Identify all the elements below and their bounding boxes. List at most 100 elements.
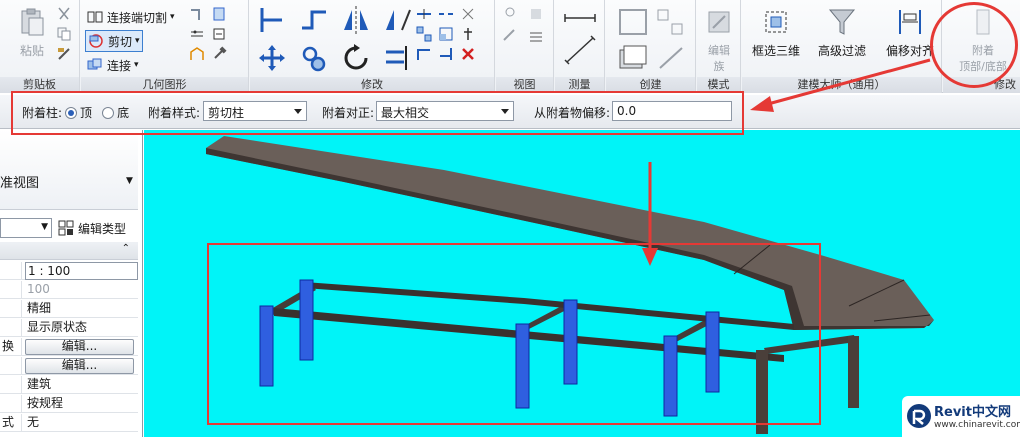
instance-filter-select[interactable]: ▼ bbox=[0, 218, 52, 238]
join-cut-icon bbox=[87, 11, 103, 23]
offset-align-icon bbox=[899, 10, 921, 34]
box-3d-icon bbox=[765, 11, 787, 33]
join-geometry-icon bbox=[87, 58, 102, 70]
hammer-icon[interactable] bbox=[211, 46, 227, 62]
paste-button[interactable]: 粘贴 bbox=[6, 4, 58, 74]
join-cut-label: 连接端切割 bbox=[107, 10, 168, 25]
prop-value[interactable]: 无 bbox=[25, 414, 138, 432]
annotation-arrow-to-options bbox=[750, 58, 931, 112]
measure-icon[interactable] bbox=[563, 8, 597, 68]
cut-icon[interactable] bbox=[56, 6, 72, 22]
watermark-brand: Revit中文网 bbox=[934, 405, 1011, 420]
edit-family-button[interactable]: 编辑 族 bbox=[693, 4, 745, 74]
revit-logo-icon bbox=[907, 404, 931, 428]
wall-profile-icon[interactable] bbox=[189, 46, 205, 62]
prop-row: 精细 bbox=[0, 300, 138, 318]
move-icon[interactable] bbox=[256, 42, 288, 74]
prop-row: 建筑 bbox=[0, 376, 138, 394]
properties-panel: 准视图 ▼ ▼ 编辑类型 ⌃ 1 : 100 100 精细 显示原状态 换编辑.… bbox=[0, 130, 143, 437]
wall-joins-icon[interactable] bbox=[189, 6, 205, 22]
type-selector[interactable]: 准视图 ▼ bbox=[0, 130, 138, 210]
split-element-icon[interactable] bbox=[416, 6, 432, 22]
array-icon[interactable] bbox=[416, 26, 432, 42]
copy-icon[interactable] bbox=[56, 26, 72, 42]
offset-icon[interactable] bbox=[298, 4, 330, 36]
scale-icon[interactable] bbox=[438, 26, 454, 42]
trim-extend-icon[interactable] bbox=[382, 42, 414, 74]
panel-mode: 编辑 族 模式 bbox=[697, 0, 741, 93]
prop-value[interactable]: 显示原状态 bbox=[25, 319, 138, 337]
create-assembly-icon[interactable] bbox=[616, 42, 650, 74]
edit-button[interactable]: 编辑... bbox=[25, 358, 134, 374]
trim-corner-icon[interactable] bbox=[416, 46, 432, 62]
prop-key bbox=[0, 357, 22, 375]
edit-family-icon bbox=[708, 11, 730, 33]
paint-icon[interactable] bbox=[211, 26, 227, 42]
edit-family-label: 编辑 族 bbox=[708, 44, 730, 73]
view-small-icons bbox=[502, 6, 544, 44]
chevron-down-icon: ▼ bbox=[41, 222, 48, 232]
edit-type-button[interactable]: 编辑类型 bbox=[58, 218, 126, 238]
pin-icon[interactable] bbox=[460, 26, 476, 42]
properties-group-header[interactable]: ⌃ bbox=[0, 242, 138, 260]
create-parts-icon[interactable] bbox=[616, 6, 650, 38]
edit-type-label: 编辑类型 bbox=[78, 221, 127, 236]
create-group-icon[interactable] bbox=[654, 6, 688, 38]
split-gap-icon[interactable] bbox=[438, 6, 454, 22]
prop-value-scale[interactable]: 1 : 100 bbox=[25, 262, 138, 280]
filter-icon bbox=[828, 9, 856, 35]
cut-geometry-icon bbox=[89, 34, 103, 48]
prop-row: 式无 bbox=[0, 414, 138, 432]
prop-row: 100 bbox=[0, 281, 138, 299]
prop-row: 按规程 bbox=[0, 395, 138, 413]
override-icon[interactable] bbox=[502, 28, 518, 44]
column[interactable] bbox=[848, 336, 859, 408]
prop-key bbox=[0, 376, 22, 394]
join-label: 连接 bbox=[107, 58, 132, 73]
chevron-down-icon: ▼ bbox=[126, 176, 133, 186]
highlight-box-columns bbox=[207, 243, 821, 425]
prop-value: 100 bbox=[27, 282, 50, 296]
prop-key bbox=[0, 300, 22, 318]
create-similar-icon[interactable] bbox=[654, 42, 688, 74]
prop-key bbox=[0, 262, 22, 280]
align-icon[interactable] bbox=[256, 4, 288, 36]
highlight-box-options bbox=[11, 91, 744, 135]
prop-key: 换 bbox=[0, 338, 22, 356]
unpin-icon[interactable] bbox=[460, 6, 476, 22]
mirror-draw-icon[interactable] bbox=[382, 4, 414, 36]
edit-type-icon bbox=[58, 220, 74, 236]
prop-value[interactable]: 按规程 bbox=[25, 395, 138, 413]
clipboard-small-icons bbox=[56, 6, 72, 62]
panel-clipboard: 粘贴 剪贴板 bbox=[0, 0, 80, 93]
delete-icon[interactable] bbox=[460, 46, 476, 62]
prop-value[interactable]: 精细 bbox=[25, 300, 138, 318]
trim-single-icon[interactable] bbox=[438, 46, 454, 62]
panel-create: 创建 bbox=[606, 0, 696, 93]
collapse-icon: ⌃ bbox=[121, 243, 130, 254]
prop-value[interactable]: 建筑 bbox=[25, 376, 138, 394]
demolish-icon[interactable] bbox=[189, 26, 205, 42]
prop-row: 换编辑... bbox=[0, 338, 138, 356]
join-button[interactable]: 连接 ▾ bbox=[87, 54, 139, 76]
mirror-axis-icon[interactable] bbox=[340, 4, 372, 36]
linework-icon[interactable] bbox=[528, 28, 544, 44]
cut-button[interactable]: 剪切 ▾ bbox=[85, 30, 143, 52]
hide-icon[interactable] bbox=[528, 6, 544, 22]
match-properties-icon[interactable] bbox=[56, 46, 72, 62]
join-cut-button[interactable]: 连接端切割 ▾ bbox=[87, 6, 175, 28]
modify-small-icons bbox=[416, 6, 476, 62]
split-face-icon[interactable] bbox=[211, 6, 227, 22]
paste-icon bbox=[21, 8, 44, 36]
bulb-icon[interactable] bbox=[502, 6, 518, 22]
edit-button[interactable]: 编辑... bbox=[25, 339, 134, 355]
copy-element-icon[interactable] bbox=[298, 42, 330, 74]
paste-label: 粘贴 bbox=[19, 44, 44, 58]
panel-geometry: 连接端切割 ▾ 剪切 ▾ 连接 ▾ 几何图形 bbox=[81, 0, 249, 93]
prop-row: 1 : 100 bbox=[0, 262, 138, 280]
watermark-url: www.chinarevit.com bbox=[934, 420, 1020, 430]
rotate-icon[interactable] bbox=[340, 42, 372, 74]
prop-key bbox=[0, 281, 22, 299]
panel-view: 视图 bbox=[496, 0, 554, 93]
prop-key bbox=[0, 319, 22, 337]
